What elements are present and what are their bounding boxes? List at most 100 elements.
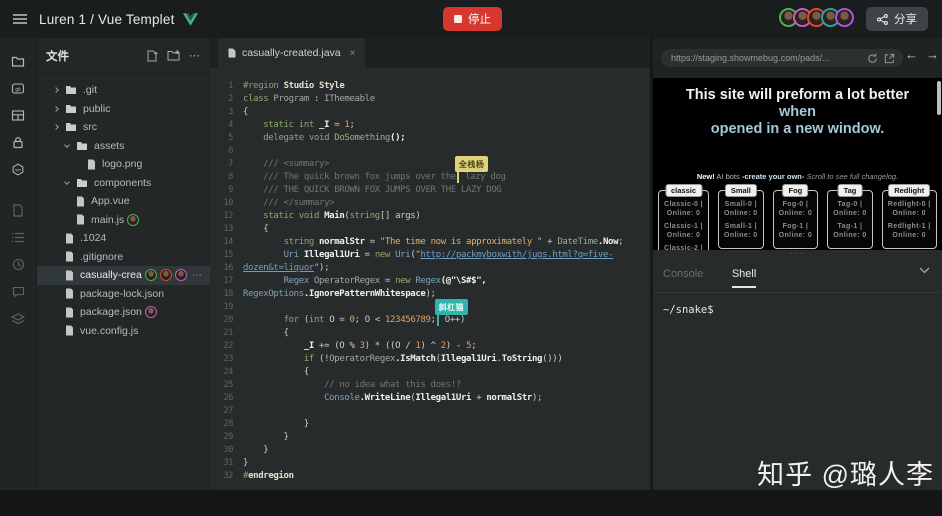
room-entry[interactable]: Redlight-0 | Online: 0 bbox=[888, 201, 931, 218]
chat-icon[interactable] bbox=[0, 278, 36, 305]
tree-item-package-lock.json[interactable]: package-lock.json bbox=[37, 285, 210, 304]
code-line[interactable]: 14 string normalStr = "The time now is a… bbox=[210, 236, 650, 249]
tree-item-.1024[interactable]: .1024 bbox=[37, 229, 210, 248]
back-icon[interactable]: ← bbox=[905, 47, 918, 62]
code-line[interactable]: 15 Uri Illegal1Uri = new Uri("http://pac… bbox=[210, 249, 650, 262]
room-entry[interactable]: Tag-0 | Online: 0 bbox=[833, 201, 867, 218]
code-line[interactable]: 21 { bbox=[210, 327, 650, 340]
lock-icon[interactable] bbox=[0, 129, 36, 156]
code-line[interactable]: 8 /// The quick brown fox jumps over the… bbox=[210, 156, 650, 184]
room-entry[interactable]: Fog-1 | Online: 0 bbox=[779, 223, 813, 240]
code-line[interactable]: 25 // no idea what this does!? bbox=[210, 379, 650, 392]
chevron-down-icon[interactable] bbox=[64, 178, 70, 185]
chevron-right-icon[interactable] bbox=[53, 124, 59, 131]
shell-prompt[interactable]: ~/snake$ bbox=[653, 293, 942, 327]
tab-shell[interactable]: Shell bbox=[731, 268, 757, 288]
code-line[interactable]: 6 bbox=[210, 145, 650, 158]
tree-item-assets[interactable]: assets bbox=[37, 137, 210, 156]
code-line[interactable]: 4 static int _I = 1; bbox=[210, 119, 650, 132]
code-line[interactable]: 22 _I += (O % 3) * ((O / 1) ^ 2) - 5; bbox=[210, 340, 650, 353]
code-line[interactable]: 2 class Program : IThemeable bbox=[210, 93, 650, 106]
tree-item-.git[interactable]: .git bbox=[37, 81, 210, 100]
code-line[interactable]: 10 /// </summary> bbox=[210, 197, 650, 210]
editor-tab[interactable]: casually-created.java × bbox=[218, 38, 366, 68]
menu-icon[interactable] bbox=[13, 13, 27, 25]
room-entry[interactable]: Classic-1 | Online: 0 bbox=[664, 223, 703, 240]
browser-viewport[interactable]: This site will preform a lot better when… bbox=[653, 78, 942, 250]
share-button[interactable]: 分享 bbox=[866, 7, 928, 31]
room-entry[interactable]: Classic-0 | Online: 0 bbox=[664, 201, 703, 218]
code-line[interactable]: 23 if (!OperatorRegex.IsMatch(Illegal1Ur… bbox=[210, 353, 650, 366]
npm-hex-icon[interactable]: npm bbox=[0, 156, 36, 183]
chevron-right-icon[interactable] bbox=[53, 105, 59, 112]
server-card-tag[interactable]: Tag Tag-0 | Online: 0 Tag-1 | Online: 0 bbox=[827, 184, 873, 249]
code-line[interactable]: 31} bbox=[210, 457, 650, 470]
code-line[interactable]: 3{ bbox=[210, 106, 650, 119]
chevron-down-icon[interactable] bbox=[64, 141, 70, 148]
code-token: ; bbox=[471, 341, 477, 351]
code-line[interactable]: 17 Regex OperatorRegex = new Regex(@"\S#… bbox=[210, 275, 650, 288]
chevron-down-icon[interactable] bbox=[919, 267, 930, 274]
tree-item-main.js[interactable]: main.js bbox=[37, 211, 210, 230]
item-more-icon[interactable]: ⋯ bbox=[192, 270, 203, 281]
tree-item-src[interactable]: src bbox=[37, 118, 210, 137]
code-line[interactable]: 12 static void Main(string[] args) bbox=[210, 210, 650, 223]
server-card-redlight[interactable]: Redlight Redlight-0 | Online: 0 Redlight-1 … bbox=[881, 184, 937, 249]
code-line[interactable]: 9 /// THE QUICK BROWN FOX JUMPS OVER THE… bbox=[210, 184, 650, 197]
code-line[interactable]: 7 /// <summary> bbox=[210, 158, 650, 171]
tree-item-components[interactable]: components bbox=[37, 174, 210, 193]
viewport-scrollbar[interactable] bbox=[937, 81, 941, 115]
panels-icon[interactable] bbox=[0, 102, 36, 129]
room-entry[interactable]: Fog-0 | Online: 0 bbox=[779, 201, 813, 218]
preview-panel: https://staging.showmebug.com/pads/... ←… bbox=[653, 38, 942, 490]
chevron-right-icon[interactable] bbox=[53, 87, 59, 94]
room-entry[interactable]: Tag-1 | Online: 0 bbox=[833, 223, 867, 240]
code-line[interactable]: 32 #endregion bbox=[210, 470, 650, 483]
refresh-icon[interactable] bbox=[867, 53, 878, 64]
room-entry[interactable]: Small-1 | Online: 0 bbox=[724, 223, 758, 240]
code-line[interactable]: 18 RegexOptions.IgnorePatternWhitespace); bbox=[210, 288, 650, 301]
code-line[interactable]: 19 bbox=[210, 301, 650, 314]
code-lines[interactable]: 1 #region Studio Style 2 class Program : IT… bbox=[210, 68, 650, 483]
clock-icon[interactable] bbox=[0, 251, 36, 278]
tree-item-public[interactable]: public bbox=[37, 100, 210, 119]
code-line[interactable]: 29 } bbox=[210, 431, 650, 444]
code-line[interactable]: 1 #region Studio Style bbox=[210, 80, 650, 93]
new-folder-icon[interactable] bbox=[167, 50, 180, 61]
files-icon[interactable] bbox=[0, 48, 36, 75]
explorer-more-icon[interactable]: ⋯ bbox=[189, 49, 201, 62]
list-icon[interactable] bbox=[0, 224, 36, 251]
document-icon[interactable] bbox=[0, 197, 36, 224]
new-file-icon[interactable] bbox=[146, 50, 158, 62]
stack-icon[interactable] bbox=[0, 305, 36, 332]
code-line[interactable]: 20 for (int O = 0; O < 123456789; 斜杠猫 O++… bbox=[210, 299, 650, 327]
tree-item-App.vue[interactable]: App.vue bbox=[37, 192, 210, 211]
forward-icon[interactable]: → bbox=[926, 47, 939, 62]
code-line[interactable]: 26 Console.WriteLine(Illegal1Uri + norma… bbox=[210, 392, 650, 405]
tree-item-.gitignore[interactable]: .gitignore bbox=[37, 248, 210, 267]
code-line[interactable]: 16 dozen&t=liquor"); bbox=[210, 262, 650, 275]
resize-handle[interactable]: ··· bbox=[653, 249, 942, 259]
code-line[interactable]: 30 } bbox=[210, 444, 650, 457]
user-avatar[interactable] bbox=[835, 8, 854, 27]
server-card-classic[interactable]: classic Classic-0 | Online: 0 Classic-1 | On… bbox=[658, 184, 710, 250]
server-card-small[interactable]: Small Small-0 | Online: 0 Small-1 | Online: … bbox=[718, 184, 764, 249]
stop-button[interactable]: 停止 bbox=[443, 7, 502, 31]
code-line[interactable]: 27 bbox=[210, 405, 650, 418]
open-new-window-icon[interactable] bbox=[884, 53, 895, 64]
room-entry[interactable]: Small-0 | Online: 0 bbox=[724, 201, 758, 218]
server-card-fog[interactable]: Fog Fog-0 | Online: 0 Fog-1 | Online: 0 bbox=[772, 184, 819, 249]
tree-item-casually-created.j...[interactable]: casually-created.j... ⋯ bbox=[37, 266, 210, 285]
tree-item-package.json[interactable]: package.json bbox=[37, 303, 210, 322]
git-icon[interactable]: git bbox=[0, 75, 36, 102]
tab-console[interactable]: Console bbox=[663, 268, 703, 280]
code-line[interactable]: 13 { bbox=[210, 223, 650, 236]
code-line[interactable]: 24 { bbox=[210, 366, 650, 379]
room-entry[interactable]: Redlight-1 | Online: 0 bbox=[888, 223, 931, 240]
code-line[interactable]: 5 delegate void DoSomething(); bbox=[210, 132, 650, 145]
code-line[interactable]: 28 } bbox=[210, 418, 650, 431]
tree-item-vue.config.js[interactable]: vue.config.js bbox=[37, 322, 210, 341]
close-icon[interactable]: × bbox=[350, 48, 356, 59]
code-token: // no idea what this does!? bbox=[243, 380, 461, 390]
tree-item-logo.png[interactable]: logo.png bbox=[37, 155, 210, 174]
